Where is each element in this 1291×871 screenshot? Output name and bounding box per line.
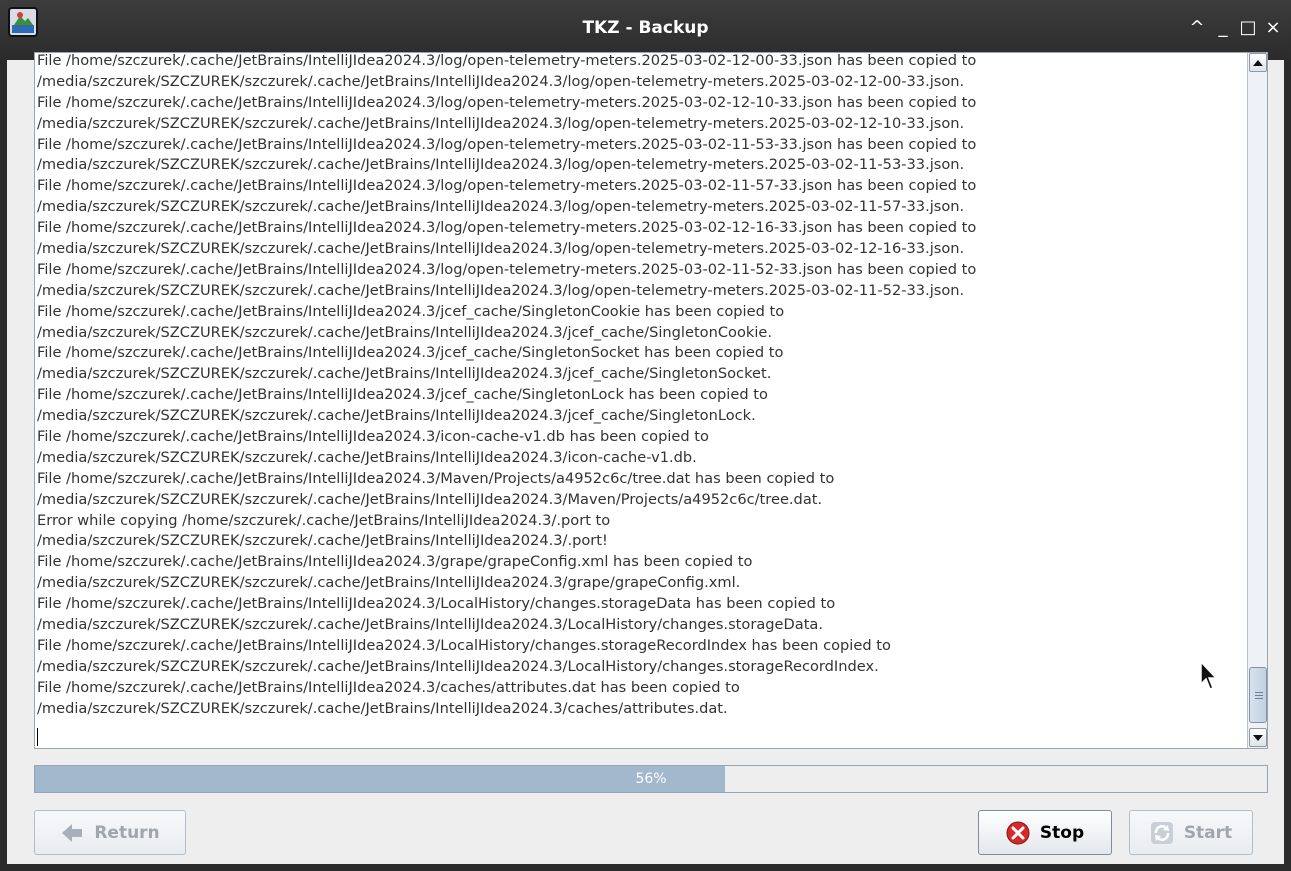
log-line: File /home/szczurek/.cache/JetBrains/Int… (37, 469, 835, 487)
log-line: /media/szczurek/SZCZUREK/szczurek/.cache… (37, 72, 965, 90)
log-line: /media/szczurek/SZCZUREK/szczurek/.cache… (37, 657, 879, 675)
grip-line (1255, 692, 1263, 693)
log-textarea[interactable]: File /home/szczurek/.cache/JetBrains/Int… (34, 52, 1268, 749)
log-line: /media/szczurek/SZCZUREK/szczurek/.cache… (37, 240, 965, 258)
log-line: /media/szczurek/SZCZUREK/szczurek/.cache… (37, 281, 965, 299)
window-title: TKZ - Backup (582, 18, 709, 38)
log-line: /media/szczurek/SZCZUREK/szczurek/.cache… (37, 616, 823, 634)
log-line: /media/szczurek/SZCZUREK/szczurek/.cache… (37, 490, 823, 508)
close-button[interactable]: × (1262, 16, 1284, 40)
log-line: /media/szczurek/SZCZUREK/szczurek/.cache… (37, 699, 728, 717)
log-line: Error while copying /home/szczurek/.cach… (37, 511, 611, 529)
title-bar: TKZ - Backup ^ _ □ × (0, 0, 1291, 60)
grip-line (1255, 698, 1263, 699)
log-content: File /home/szczurek/.cache/JetBrains/Int… (35, 52, 1247, 720)
vertical-scrollbar[interactable] (1247, 53, 1267, 748)
log-line: File /home/szczurek/.cache/JetBrains/Int… (37, 595, 836, 613)
log-line: File /home/szczurek/.cache/JetBrains/Int… (37, 177, 977, 195)
scroll-down-button[interactable] (1249, 728, 1267, 747)
minimize-button[interactable]: _ (1212, 16, 1234, 40)
shade-button[interactable]: ^ (1186, 16, 1208, 40)
log-line: /media/szczurek/SZCZUREK/szczurek/.cache… (37, 448, 697, 466)
log-line: File /home/szczurek/.cache/JetBrains/Int… (37, 135, 977, 153)
log-line: /media/szczurek/SZCZUREK/szczurek/.cache… (37, 574, 741, 592)
stop-button-label: Stop (1039, 822, 1085, 843)
log-line: /media/szczurek/SZCZUREK/szczurek/.cache… (37, 198, 965, 216)
log-line: File /home/szczurek/.cache/JetBrains/Int… (37, 553, 753, 571)
scroll-up-button[interactable] (1249, 53, 1267, 72)
log-line: File /home/szczurek/.cache/JetBrains/Int… (37, 386, 768, 404)
start-button-label: Start (1183, 822, 1233, 843)
return-button-label: Return (94, 822, 160, 843)
text-caret (37, 728, 38, 746)
log-line: File /home/szczurek/.cache/JetBrains/Int… (37, 344, 784, 362)
log-line: /media/szczurek/SZCZUREK/szczurek/.cache… (37, 407, 756, 425)
progress-bar: 56% (34, 765, 1268, 793)
start-button[interactable]: Start (1129, 810, 1253, 855)
log-line: /media/szczurek/SZCZUREK/szczurek/.cache… (37, 532, 608, 550)
log-line: File /home/szczurek/.cache/JetBrains/Int… (37, 636, 891, 654)
return-button[interactable]: Return (34, 810, 186, 855)
scroll-thumb[interactable] (1249, 667, 1267, 723)
arrow-left-icon (62, 823, 83, 842)
log-line: /media/szczurek/SZCZUREK/szczurek/.cache… (37, 114, 965, 132)
grip-line (1255, 695, 1263, 696)
log-line: File /home/szczurek/.cache/JetBrains/Int… (37, 93, 977, 111)
mouse-pointer-icon (1200, 660, 1218, 690)
arrow-up-icon (1253, 60, 1263, 66)
maximize-button[interactable]: □ (1237, 16, 1259, 40)
log-line: File /home/szczurek/.cache/JetBrains/Int… (37, 219, 977, 237)
refresh-icon (1150, 821, 1173, 844)
stop-icon (1006, 821, 1030, 844)
log-line: /media/szczurek/SZCZUREK/szczurek/.cache… (37, 365, 772, 383)
log-line: File /home/szczurek/.cache/JetBrains/Int… (37, 52, 977, 69)
log-line: /media/szczurek/SZCZUREK/szczurek/.cache… (37, 156, 965, 174)
log-line: File /home/szczurek/.cache/JetBrains/Int… (37, 302, 785, 320)
log-line: File /home/szczurek/.cache/JetBrains/Int… (37, 260, 977, 278)
log-line: File /home/szczurek/.cache/JetBrains/Int… (37, 678, 740, 696)
progress-label: 56% (635, 771, 667, 787)
stop-button[interactable]: Stop (978, 810, 1112, 855)
log-line: /media/szczurek/SZCZUREK/szczurek/.cache… (37, 323, 773, 341)
arrow-down-icon (1253, 735, 1263, 741)
log-line: File /home/szczurek/.cache/JetBrains/Int… (37, 428, 709, 446)
